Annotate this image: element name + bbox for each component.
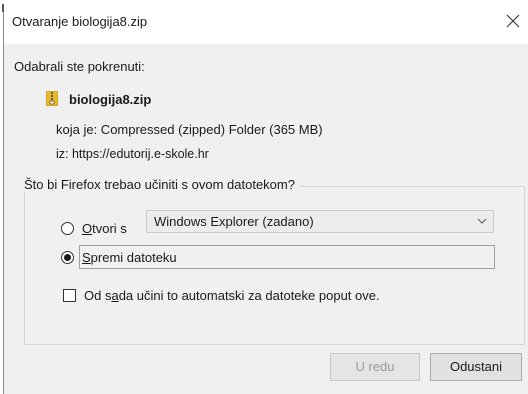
ok-button[interactable]: U redu xyxy=(330,353,420,381)
close-button[interactable] xyxy=(498,6,528,36)
file-source: iz: https://edutorij.e-skole.hr xyxy=(56,147,209,161)
open-with-app-value: Windows Explorer (zadano) xyxy=(154,214,314,229)
cancel-button[interactable]: Odustani xyxy=(430,353,522,381)
close-icon xyxy=(506,14,520,28)
title-bar: Otvaranje biologija8.zip xyxy=(4,0,528,44)
open-with-label[interactable]: Otvori s xyxy=(82,221,127,236)
file-type: koja je: Compressed (zipped) Folder (365… xyxy=(56,122,323,137)
dialog-title: Otvaranje biologija8.zip xyxy=(12,14,148,29)
intro-text: Odabrali ste pokrenuti: xyxy=(14,59,145,74)
open-with-app-select[interactable]: Windows Explorer (zadano) xyxy=(146,210,494,233)
auto-action-checkbox[interactable] xyxy=(63,289,76,302)
dialog-body: Odabrali ste pokrenuti: biologija8.zip k… xyxy=(4,44,528,394)
file-name: biologija8.zip xyxy=(69,92,152,107)
action-question: Što bi Firefox trebao učiniti s ovom dat… xyxy=(20,177,299,192)
chevron-down-icon xyxy=(477,218,487,224)
auto-action-label[interactable]: Od sada učini to automatski za datoteke … xyxy=(84,288,380,303)
save-file-radio[interactable] xyxy=(61,251,74,264)
open-with-radio[interactable] xyxy=(61,222,74,235)
save-file-label[interactable]: Spremi datoteku xyxy=(82,250,177,265)
zip-folder-icon xyxy=(46,91,58,106)
